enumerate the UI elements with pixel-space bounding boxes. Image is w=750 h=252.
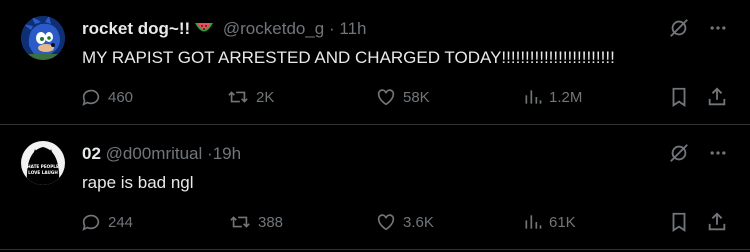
avatar-text-line-1: HATE PEOPLE [27,164,59,169]
reply-button[interactable]: 244 [80,211,133,233]
watermelon-emoji-icon [194,20,214,42]
post-top-actions [668,142,728,164]
post-actions: 460 2K 58K 1.2M [80,86,730,110]
handle[interactable]: @rocketdo_g [223,19,324,38]
timestamp[interactable]: 19h [213,144,241,163]
post-header: 02 @d00mritual ·19h [82,143,241,165]
display-name[interactable]: rocket dog~!! [82,19,190,38]
avatar[interactable] [21,16,65,60]
post-top-actions [668,17,728,39]
share-button[interactable] [706,211,728,233]
views-button[interactable]: 61K [523,211,576,233]
more-icon[interactable] [708,143,728,163]
like-count: 3.6K [403,213,434,231]
repost-count: 388 [258,213,284,231]
bookmark-button[interactable] [668,211,690,233]
like-button[interactable]: 58K [375,86,430,108]
like-icon [377,214,395,231]
avatar-text-line-2: LOVE LAUGH [28,170,58,175]
repost-button[interactable]: 388 [228,211,283,233]
post-text: MY RAPIST GOT ARRESTED AND CHARGED TODAY… [82,48,615,67]
reply-icon [82,89,100,106]
separator: · [329,19,335,38]
views-icon [525,215,542,229]
like-count: 58K [403,88,430,106]
post[interactable]: rocket dog~!! @rocketdo_g · 11h MY RAPIS… [0,0,750,125]
reply-count: 244 [108,213,134,231]
share-button[interactable] [706,86,728,108]
grok-icon[interactable] [668,142,690,164]
repost-count: 2K [256,88,275,106]
views-icon [525,90,542,104]
display-name[interactable]: 02 [82,144,101,163]
handle[interactable]: @d00mritual [106,144,203,163]
post-actions: 244 388 3.6K 61K [80,211,730,235]
timestamp[interactable]: 11h [339,19,366,38]
like-button[interactable]: 3.6K [375,211,434,233]
bookmark-button[interactable] [668,86,690,108]
repost-icon [228,91,248,103]
bookmark-icon [672,212,686,232]
reply-icon [82,214,100,231]
bookmark-icon [672,87,686,107]
avatar[interactable]: HATE PEOPLE LOVE LAUGH [21,141,65,185]
more-icon[interactable] [708,18,728,38]
post[interactable]: HATE PEOPLE LOVE LAUGH 02 @d00mritual ·1… [0,125,750,250]
post-header: rocket dog~!! @rocketdo_g · 11h [82,18,367,42]
repost-icon [230,216,250,228]
view-count: 1.2M [549,88,583,106]
grok-icon[interactable] [668,17,690,39]
post-text: rape is bad ngl [82,173,194,192]
reply-count: 460 [108,88,134,106]
share-icon [708,87,726,106]
repost-button[interactable]: 2K [226,86,274,108]
share-icon [708,212,726,231]
views-button[interactable]: 1.2M [523,86,582,108]
view-count: 61K [549,213,576,231]
like-icon [377,89,395,106]
reply-button[interactable]: 460 [80,86,133,108]
